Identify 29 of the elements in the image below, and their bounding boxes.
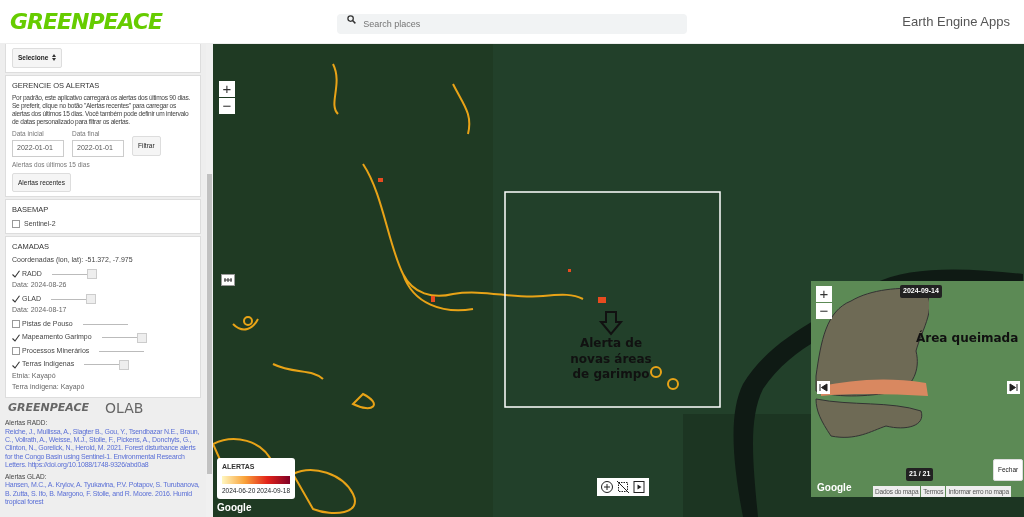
play-icon[interactable] bbox=[632, 480, 646, 494]
zoom-add-icon[interactable] bbox=[600, 480, 614, 494]
zoom-in-button[interactable]: + bbox=[219, 81, 235, 97]
color-ramp bbox=[222, 475, 290, 484]
checkbox[interactable] bbox=[12, 219, 20, 228]
previous-button[interactable] bbox=[817, 381, 830, 394]
checkbox[interactable] bbox=[12, 320, 20, 329]
greenpeace-logo: GREENPEACE bbox=[10, 9, 163, 34]
greenpeace-logo: GREENPEACE bbox=[8, 401, 90, 415]
burned-area-label: Área queimada bbox=[916, 331, 1019, 347]
search-icon bbox=[347, 14, 357, 24]
checkbox[interactable] bbox=[12, 270, 20, 279]
down-arrow bbox=[598, 311, 624, 336]
layer-toggle-icon[interactable] bbox=[616, 480, 630, 494]
ruler-icon[interactable] bbox=[221, 274, 235, 286]
zoom-in-button[interactable]: + bbox=[816, 286, 832, 302]
updown-caret-icon bbox=[52, 54, 57, 62]
zoom-out-button[interactable]: − bbox=[816, 303, 832, 319]
olab-logo: OLAB bbox=[105, 399, 144, 416]
app-title: Earth Engine Apps bbox=[902, 12, 1011, 31]
checkbox[interactable] bbox=[12, 333, 20, 342]
google-logo: Google bbox=[817, 482, 852, 493]
search-field[interactable]: Search places bbox=[337, 13, 688, 34]
checkbox[interactable] bbox=[12, 347, 20, 356]
checkbox[interactable] bbox=[12, 295, 20, 304]
checkbox[interactable] bbox=[12, 360, 20, 369]
zoom-out-button[interactable]: − bbox=[219, 98, 235, 114]
google-logo: Google bbox=[217, 502, 252, 513]
next-button[interactable] bbox=[1007, 381, 1020, 394]
